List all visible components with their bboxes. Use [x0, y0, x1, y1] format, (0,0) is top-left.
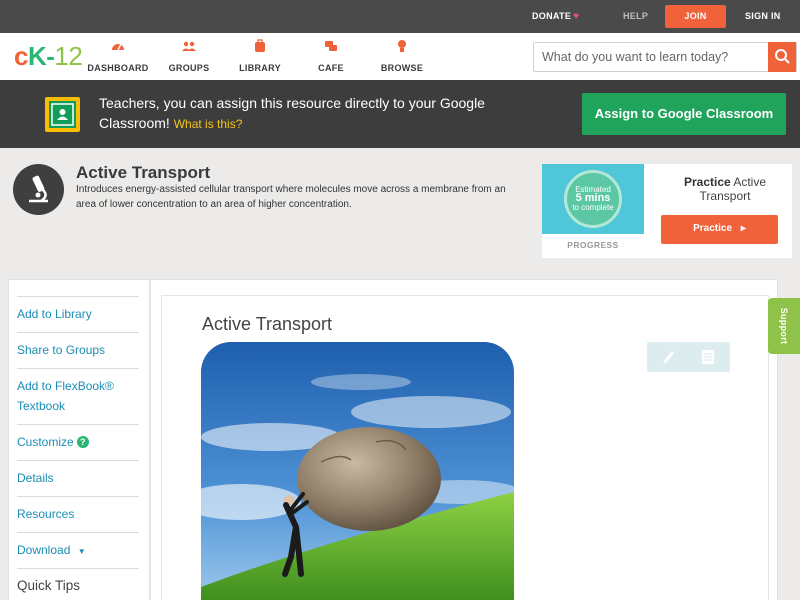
sidebar-item-share-to-groups[interactable]: Share to Groups [17, 332, 139, 368]
practice-button-label: Practice [693, 223, 733, 234]
support-tab[interactable]: Support [768, 298, 800, 354]
sidebar-item-label: Share to Groups [17, 343, 106, 357]
sidebar-item-label: Add to FlexBook® Textbook [17, 379, 114, 413]
chevron-right-icon: ▸ [740, 223, 746, 234]
content-title: Active Transport [202, 314, 333, 334]
left-sidebar: Add to Library Share to Groups Add to Fl… [8, 279, 150, 600]
top-utility-bar: DONATE ♥ HELP JOIN SIGN IN [0, 0, 800, 33]
google-classroom-banner: Teachers, you can assign this resource d… [0, 80, 800, 148]
caret-down-icon: ▼ [77, 547, 86, 556]
library-bag-icon [255, 39, 265, 52]
support-label: Support [779, 307, 789, 345]
sidebar-item-label: Customize [17, 435, 74, 449]
estimate-badge: Estimated 5 mins to complete [564, 170, 622, 228]
sidebar-item-add-to-library[interactable]: Add to Library [17, 296, 139, 332]
practice-title-bold: Practice [683, 175, 731, 189]
cafe-chat-icon [325, 41, 337, 51]
sidebar-item-label: Resources [17, 507, 75, 521]
sidebar-item-label: Download [17, 543, 71, 557]
heart-icon: ♥ [573, 11, 580, 22]
content-tools-bar [647, 342, 730, 372]
banner-message: Teachers, you can assign this resource d… [99, 95, 485, 131]
banner-text: Teachers, you can assign this resource d… [99, 93, 499, 134]
nav-groups[interactable]: GROUPS [154, 39, 224, 73]
nav-label: CAFE [318, 63, 344, 73]
nav-cafe[interactable]: CAFE [296, 39, 366, 73]
resource-description: Introduces energy-assisted cellular tran… [76, 184, 506, 210]
search-box [533, 42, 797, 72]
what-is-this-link[interactable]: What is this? [174, 117, 243, 131]
nav-dashboard[interactable]: DASHBOARD [83, 39, 153, 73]
sidebar-item-label: Quick Tips [17, 578, 81, 593]
nav-label: GROUPS [168, 63, 210, 73]
search-input[interactable] [534, 43, 768, 71]
progress-label: PROGRESS [567, 240, 619, 250]
donate-label: DONATE [532, 11, 572, 21]
main-nav: cK-12 DASHBOARD GROUPS LIBRARY CAFE BROW… [0, 33, 800, 80]
sidebar-item-label: Add to Library [17, 307, 92, 321]
sidebar-item-add-to-flexbook[interactable]: Add to FlexBook® Textbook [17, 368, 139, 424]
search-button[interactable] [768, 42, 796, 72]
help-question-icon[interactable]: ? [76, 436, 89, 448]
practice-title: Practice Active Transport [660, 175, 790, 203]
sidebar-item-details[interactable]: Details [17, 460, 139, 496]
sidebar-item-label: Details [17, 471, 54, 485]
assign-google-classroom-button[interactable]: Assign to Google Classroom [582, 93, 786, 135]
nav-browse[interactable]: BROWSE [367, 39, 437, 73]
notes-icon[interactable] [700, 349, 716, 370]
dashboard-gauge-icon [112, 43, 124, 51]
nav-library[interactable]: LIBRARY [225, 39, 295, 73]
sidebar-item-customize[interactable]: Customize? [17, 424, 139, 460]
estimate-line3: to complete [572, 203, 614, 212]
join-button[interactable]: JOIN [665, 5, 726, 28]
sidebar-item-quick-tips[interactable]: Quick Tips [17, 568, 139, 600]
donate-link[interactable]: DONATE ♥ [532, 0, 579, 33]
sidebar-item-resources[interactable]: Resources [17, 496, 139, 532]
practice-button[interactable]: Practice ▸ [661, 215, 778, 244]
hero-image-boulder [201, 342, 514, 600]
resource-title: Active Transport [76, 163, 211, 182]
pencil-icon[interactable] [662, 349, 676, 370]
browse-bulb-icon [398, 40, 406, 52]
google-classroom-icon [45, 97, 80, 132]
practice-estimate-graphic: Estimated 5 mins to complete [542, 164, 644, 234]
nav-label: LIBRARY [239, 63, 281, 73]
ck12-logo[interactable]: cK-12 [14, 41, 83, 72]
nav-label: BROWSE [380, 63, 424, 73]
sidebar-item-download[interactable]: Download ▼ [17, 532, 139, 568]
help-link[interactable]: HELP [623, 0, 648, 33]
sign-in-link[interactable]: SIGN IN [745, 0, 781, 33]
microscope-icon [13, 164, 64, 215]
practice-card: Estimated 5 mins to complete PROGRESS Pr… [542, 164, 792, 258]
search-icon [775, 49, 790, 64]
groups-people-icon [182, 41, 196, 51]
estimate-line2: 5 mins [575, 192, 611, 204]
nav-label: DASHBOARD [87, 63, 149, 73]
